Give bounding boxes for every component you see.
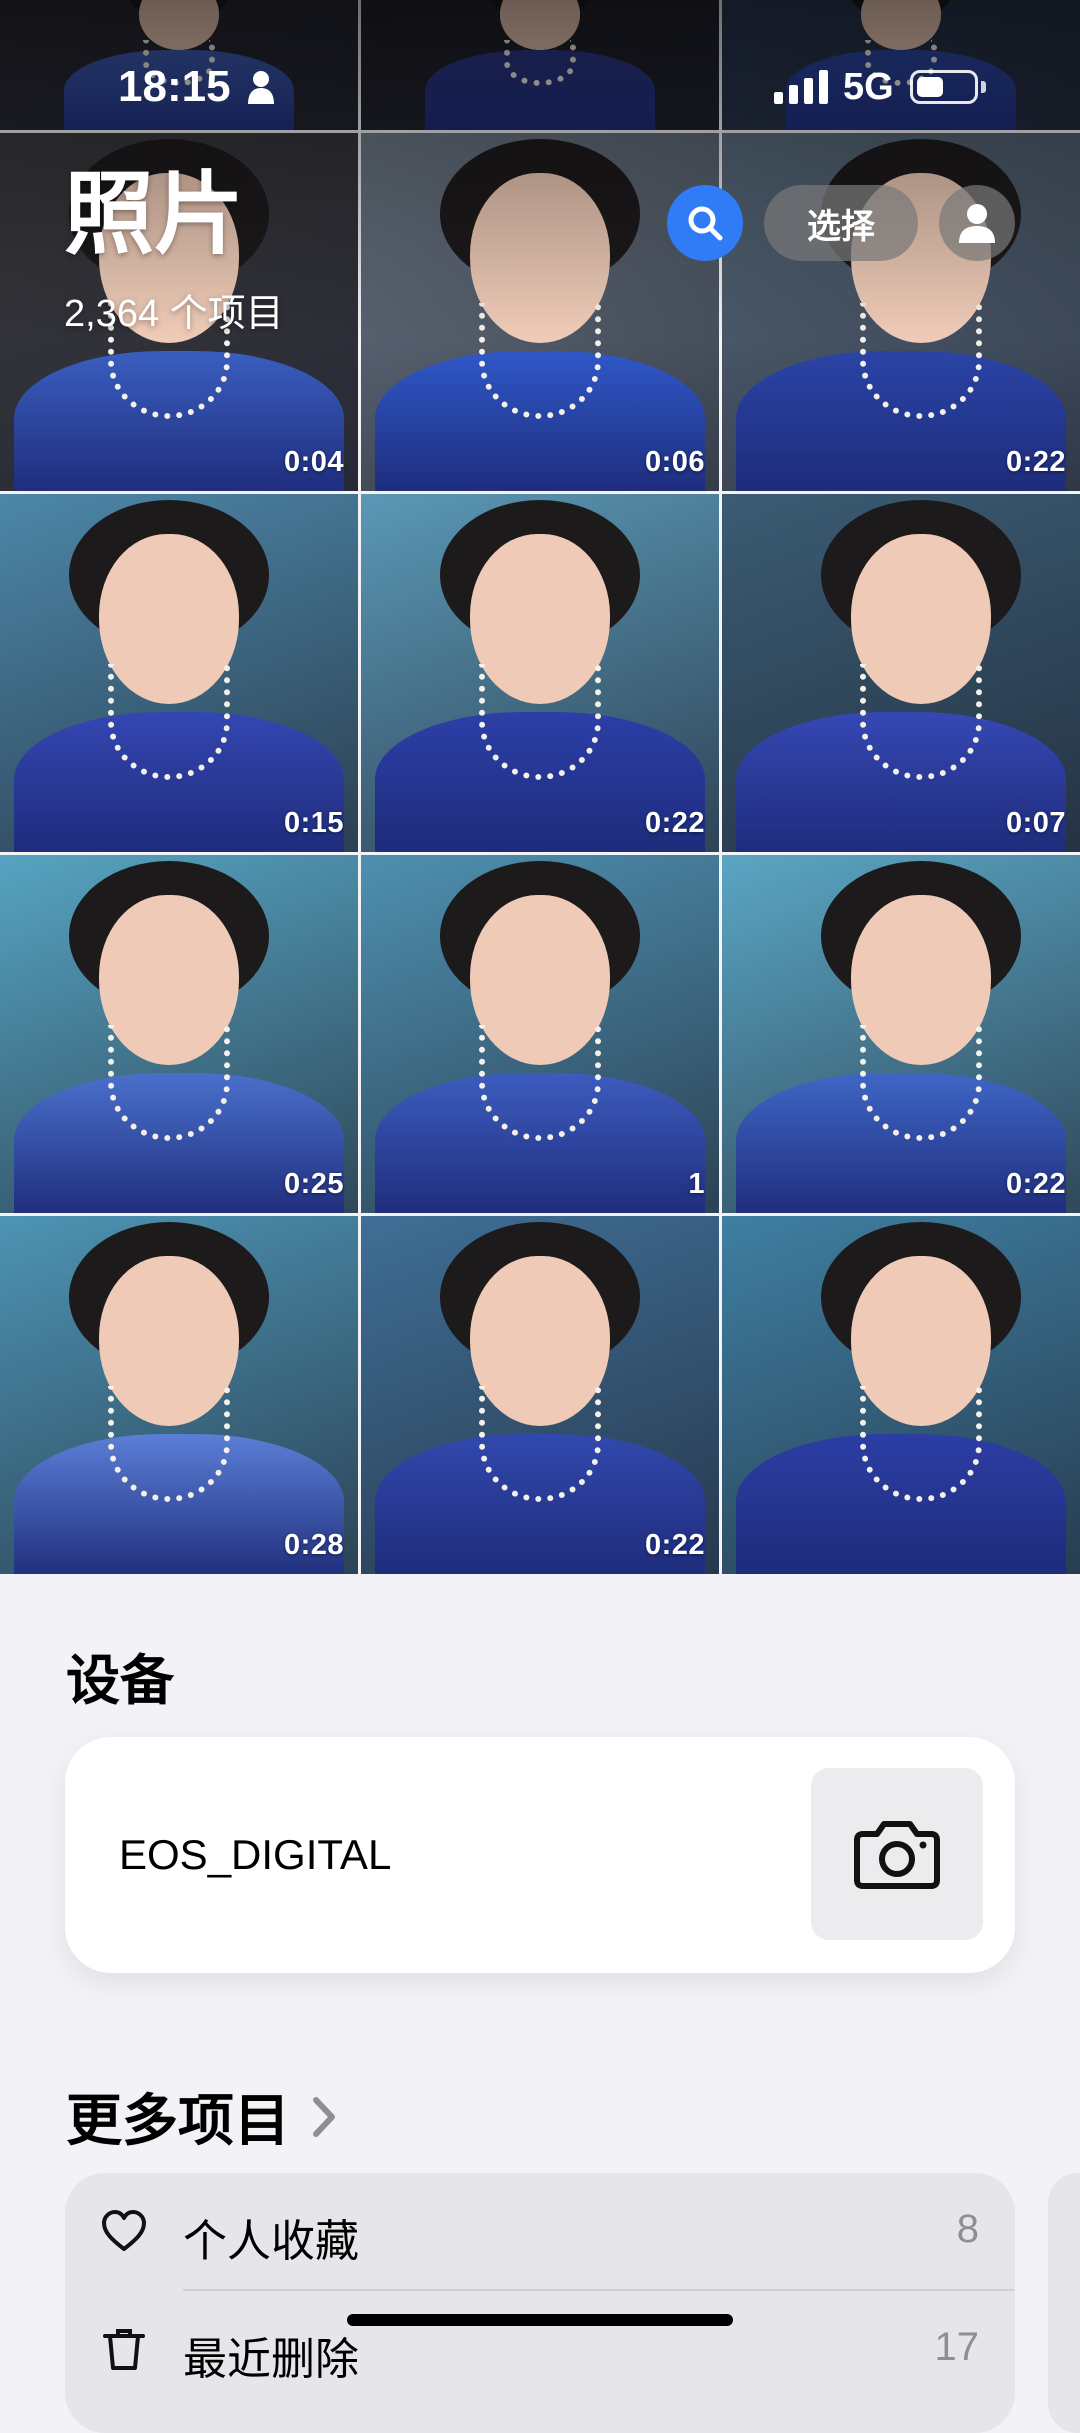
video-duration: 0:25 <box>283 1168 344 1200</box>
cellular-signal-icon <box>774 70 828 104</box>
search-button[interactable] <box>667 185 743 261</box>
photo-thumbnail[interactable]: 0:22 <box>722 133 1080 491</box>
profile-button[interactable] <box>939 185 1015 261</box>
photo-thumbnail[interactable]: 1 <box>361 855 719 1213</box>
video-duration: 0:04 <box>283 446 344 478</box>
chevron-right-icon <box>313 2096 335 2137</box>
photo-thumbnail[interactable]: 0:06 <box>361 133 719 491</box>
heart-icon <box>102 2210 146 2251</box>
trash-icon <box>103 2329 145 2370</box>
network-type: 5G <box>843 66 894 108</box>
search-icon <box>688 206 723 241</box>
photo-subject-necklace <box>479 1025 601 1141</box>
photo-thumbnail[interactable]: 0:22 <box>722 855 1080 1213</box>
photo-thumbnail[interactable]: 0:28 <box>0 1216 358 1574</box>
list-item-count: 8 <box>956 2207 979 2251</box>
photo-subject-necklace <box>860 303 982 419</box>
status-time: 18:15 <box>118 62 231 111</box>
photo-subject-necklace <box>479 1386 601 1502</box>
item-count: 2,364 个项目 <box>64 293 284 335</box>
person-status-icon <box>248 71 274 104</box>
photo-subject-necklace <box>108 1025 230 1141</box>
video-duration: 0:22 <box>644 807 705 839</box>
photo-thumbnail[interactable] <box>722 1216 1080 1574</box>
video-duration: 0:07 <box>1005 807 1066 839</box>
photo-thumbnail[interactable]: 0:22 <box>361 1216 719 1574</box>
more-items-heading: 更多项目 <box>66 2089 290 2152</box>
photo-thumbnail[interactable]: 0:25 <box>0 855 358 1213</box>
list-item-count: 17 <box>934 2325 980 2369</box>
photo-subject-necklace <box>479 303 601 419</box>
photo-subject-necklace <box>108 664 230 780</box>
video-duration: 0:06 <box>644 446 705 478</box>
photo-subject-necklace <box>479 664 601 780</box>
photo-thumbnail[interactable]: 0:15 <box>0 494 358 852</box>
camera-icon <box>854 1821 940 1889</box>
next-card-peek <box>1048 2173 1080 2433</box>
device-thumbnail <box>811 1768 983 1940</box>
status-bar: 18:15 5G <box>0 0 1080 130</box>
select-button[interactable]: 选择 <box>764 185 918 261</box>
video-duration: 0:22 <box>1005 446 1066 478</box>
video-duration: 0:28 <box>283 1529 344 1561</box>
photo-subject-necklace <box>860 1025 982 1141</box>
list-item-label: 个人收藏 <box>183 2217 359 2266</box>
video-duration: 0:22 <box>644 1529 705 1561</box>
list-item-label: 最近删除 <box>183 2335 359 2384</box>
battery-tip <box>981 81 986 93</box>
battery-level <box>917 77 943 97</box>
video-duration: 1 <box>688 1168 705 1200</box>
video-duration: 0:22 <box>1005 1168 1066 1200</box>
devices-heading: 设备 <box>66 1651 174 1711</box>
more-items-list: 个人收藏 8 最近删除 17 <box>65 2173 1015 2433</box>
photo-thumbnail[interactable]: 0:22 <box>361 494 719 852</box>
person-icon <box>959 204 995 243</box>
device-name: EOS_DIGITAL <box>119 1831 392 1878</box>
photo-subject-necklace <box>860 664 982 780</box>
video-duration: 0:15 <box>283 807 344 839</box>
device-card[interactable]: EOS_DIGITAL <box>65 1737 1015 1973</box>
photo-subject-necklace <box>860 1386 982 1502</box>
battery-icon <box>910 70 978 104</box>
list-item-favorites[interactable]: 个人收藏 8 <box>65 2173 1015 2291</box>
more-items-header[interactable]: 更多项目 <box>66 2076 338 2157</box>
photo-subject-necklace <box>108 1386 230 1502</box>
page-title: 照片 <box>64 165 244 265</box>
list-item-recently-deleted[interactable]: 最近删除 17 <box>65 2291 1015 2407</box>
photo-thumbnail[interactable]: 0:07 <box>722 494 1080 852</box>
home-indicator <box>347 2314 733 2326</box>
